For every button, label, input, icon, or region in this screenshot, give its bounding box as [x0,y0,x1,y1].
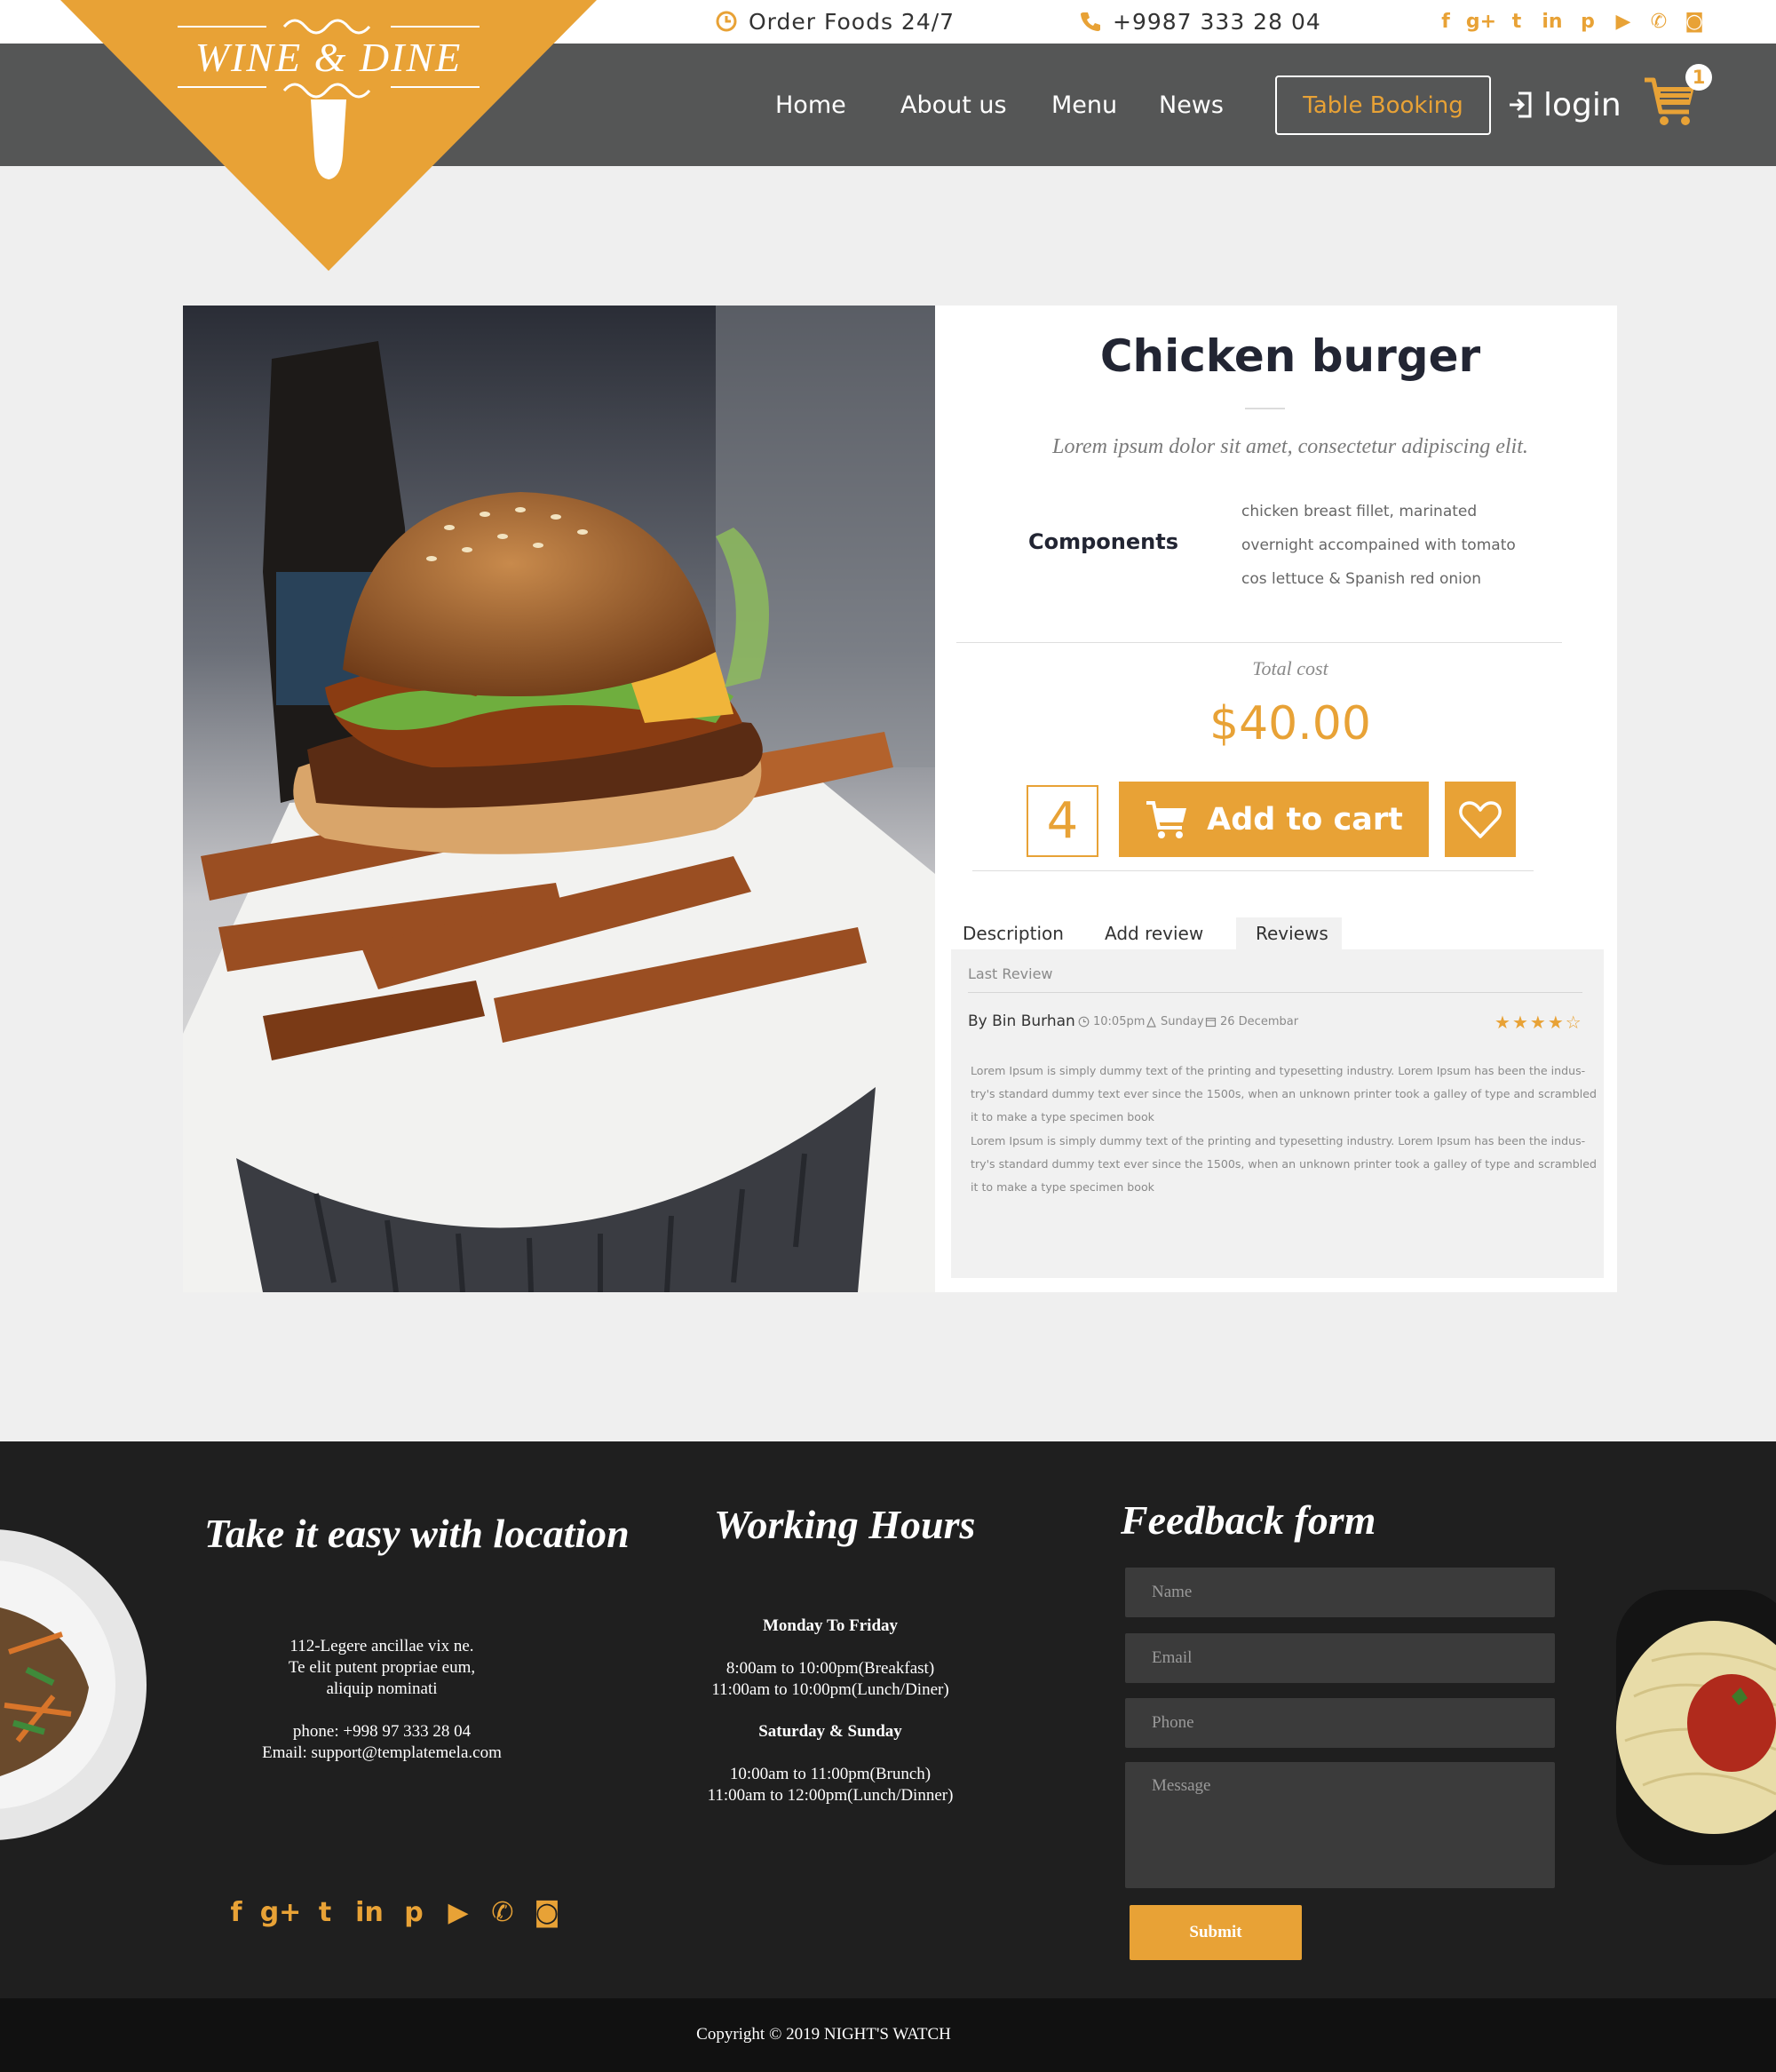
star-empty-icon: ☆ [1565,1012,1582,1033]
tab-reviews[interactable]: Reviews [1256,917,1328,949]
order-info: Order Foods 24/7 [715,4,955,39]
nav-news[interactable]: News [1159,44,1224,166]
review-text-line: try's standard dummy text ever since the… [971,1087,1598,1100]
email-field[interactable] [1125,1633,1555,1683]
cart-icon [1146,800,1187,838]
review-text-line: Lorem Ipsum is simply dummy text of the … [971,1134,1586,1147]
spaghetti-plate-image [1616,1590,1776,1865]
star-filled-icon: ★ [1495,1012,1510,1033]
linkedin-icon[interactable]: in [355,1896,384,1928]
login-icon [1510,91,1532,118]
location-phone: phone: +998 97 333 28 04 [292,1722,472,1741]
hours-heading: Working Hours [714,1502,976,1547]
google-plus-icon[interactable]: g+ [1466,10,1496,33]
location-email[interactable]: Email: support@templatemela.com [204,1743,559,1764]
logo-text: WINE & DINE [194,35,463,80]
social-links-footer: f g+ t in p ▶ ✆ ◙ [222,1896,561,1928]
star-filled-icon: ★ [1529,1012,1546,1033]
instagram-icon[interactable]: ◙ [1683,10,1706,33]
name-field[interactable] [1125,1568,1555,1617]
add-to-cart-label: Add to cart [1207,801,1403,838]
login-label: login [1543,86,1621,123]
last-review-label: Last Review [968,965,1053,982]
whatsapp-icon[interactable]: ✆ [1647,10,1670,33]
star-filled-icon: ★ [1511,1012,1528,1033]
noodle-plate-image [0,1529,147,1840]
product-price: $40.00 [1209,697,1371,750]
review-text-line: it to make a type specimen book [971,1110,1154,1123]
pinterest-icon[interactable]: p [400,1896,428,1928]
review-day: Sunday [1146,1015,1204,1028]
copyright-text: Copyright © 2019 NIGHT'S WATCH [696,2025,951,2044]
message-field[interactable] [1125,1762,1555,1888]
total-cost-label: Total cost [1252,657,1328,679]
divider [972,870,1534,871]
order-text: Order Foods 24/7 [749,8,955,35]
cart-count-badge: 1 [1685,64,1712,91]
twitter-icon[interactable]: t [311,1896,339,1928]
product-subtitle: Lorem ipsum dolor sit amet, consectetur … [1052,435,1528,458]
wishlist-button[interactable] [1445,782,1516,857]
review-author: By Bin Burhan [968,1012,1075,1030]
calendar-icon [1205,1017,1217,1028]
tab-description[interactable]: Description [963,917,1064,949]
nav-menu[interactable]: Menu [1051,44,1117,166]
tab-add-review[interactable]: Add review [1105,917,1203,949]
hours-weekday: Monday To Friday 8:00am to 10:00pm(Break… [711,1616,949,1699]
login-link[interactable]: login [1508,80,1621,130]
quantity-input[interactable]: 4 [1027,785,1098,857]
components-line: cos lettuce & Spanish red onion [1241,570,1482,588]
review-rating: ★ ★ ★ ★ ☆ [1495,1012,1582,1033]
nav-about[interactable]: About us [900,44,1007,166]
review-date: 26 Decembar [1205,1015,1298,1028]
burger-photo [183,306,935,1292]
review-text-line: Lorem Ipsum is simply dummy text of the … [971,1064,1586,1077]
location-contact: phone: +998 97 333 28 04 Email: support@… [204,1721,559,1764]
clock-icon [716,11,737,32]
google-plus-icon[interactable]: g+ [260,1896,302,1928]
phone-text: +9987 333 28 04 [1113,8,1321,35]
phone-info[interactable]: +9987 333 28 04 [1079,4,1321,39]
instagram-icon[interactable]: ◙ [533,1896,561,1928]
whatsapp-icon[interactable]: ✆ [488,1896,517,1928]
feedback-heading: Feedback form [1121,1497,1376,1543]
components-label: Components [1028,529,1178,554]
phone-field[interactable] [1125,1698,1555,1748]
divider [956,642,1562,643]
submit-button[interactable]: Submit [1130,1905,1302,1960]
twitter-icon[interactable]: t [1505,10,1528,33]
heart-icon [1459,800,1502,838]
star-filled-icon: ★ [1547,1012,1564,1033]
clock-icon [1078,1016,1090,1028]
product-title: Chicken burger [1099,330,1481,382]
components-line: chicken breast fillet, marinated [1241,503,1478,520]
location-heading: Take it easy with location [204,1511,630,1556]
linkedin-icon[interactable]: in [1541,10,1564,33]
review-text-line: try's standard dummy text ever since the… [971,1157,1598,1171]
facebook-icon[interactable]: f [1434,10,1457,33]
add-to-cart-button[interactable]: Add to cart [1119,782,1429,857]
review-text-line: it to make a type specimen book [971,1180,1154,1194]
nav-home[interactable]: Home [775,44,846,166]
pinterest-icon[interactable]: p [1576,10,1599,33]
location-address: 112-Legere ancillae vix ne. Te elit pute… [288,1637,476,1698]
components-line: overnight accompained with tomato [1241,536,1516,554]
user-icon [1146,1016,1156,1028]
title-divider [1245,408,1285,409]
table-booking-button[interactable]: Table Booking [1275,75,1491,135]
youtube-icon[interactable]: ▶ [444,1896,472,1928]
social-links-top: f g+ t in p ▶ ✆ ◙ [1434,5,1706,37]
hours-weekend: Saturday & Sunday 10:00am to 11:00pm(Bru… [707,1722,954,1805]
review-time: 10:05pm [1078,1015,1145,1028]
facebook-icon[interactable]: f [222,1896,250,1928]
youtube-icon[interactable]: ▶ [1612,10,1635,33]
phone-icon [1081,12,1100,31]
divider [968,992,1582,993]
